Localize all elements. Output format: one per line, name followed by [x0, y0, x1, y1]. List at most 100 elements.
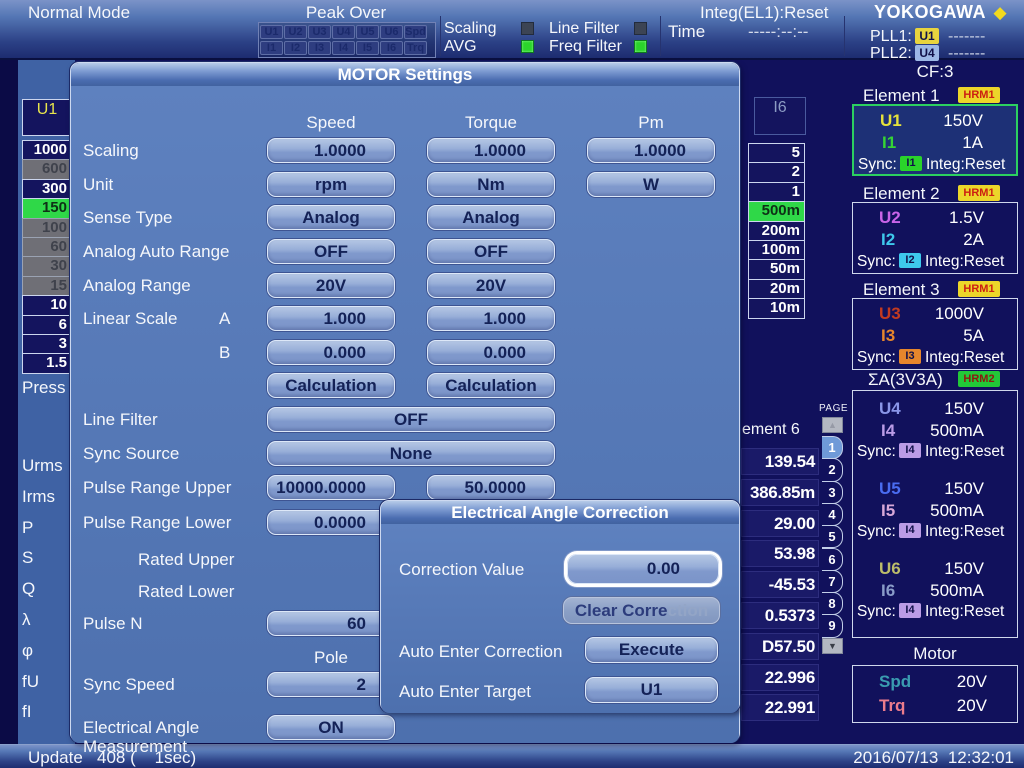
analog-auto-range-button[interactable]: OFF — [267, 239, 395, 264]
voltage-range-item-100[interactable]: 100 — [22, 218, 72, 238]
i-range-value: 5A — [963, 326, 984, 346]
sync-source-badge: I1 — [900, 156, 922, 171]
electrical-angle-measurement-button[interactable]: ON — [267, 715, 395, 740]
row-label-q: Q — [22, 579, 35, 598]
current-range-channel: I6 — [754, 97, 806, 135]
unit-button[interactable]: Nm — [427, 172, 555, 197]
integ-time-label: Time — [668, 22, 705, 41]
current-range-item-20m[interactable]: 20m — [748, 279, 805, 299]
measurement-value: 53.98 — [741, 540, 819, 567]
voltage-range-item-30[interactable]: 30 — [22, 256, 72, 276]
voltage-range-item-3[interactable]: 3 — [22, 334, 72, 354]
sync-source-button[interactable]: None — [267, 441, 555, 466]
voltage-range-item-10[interactable]: 10 — [22, 295, 72, 315]
analog-auto-range-button[interactable]: OFF — [427, 239, 555, 264]
u-range-value: 150V — [943, 111, 983, 131]
correction-value-field[interactable]: 0.00 — [567, 554, 719, 584]
row-button[interactable]: Calculation — [267, 373, 395, 398]
scaling-button[interactable]: 1.0000 — [587, 138, 715, 163]
current-range-item-500m[interactable]: 500m — [748, 201, 805, 221]
unit-button[interactable]: rpm — [267, 172, 395, 197]
row-button[interactable]: 0.000 — [427, 340, 555, 365]
hrm-badge: HRM1 — [958, 185, 1000, 201]
voltage-range-item-15[interactable]: 15 — [22, 276, 72, 296]
sync-label: Sync: — [857, 253, 896, 271]
voltage-range-item-1000[interactable]: 1000 — [22, 140, 72, 160]
voltage-range-item-150[interactable]: 150 — [22, 198, 72, 218]
analog-range-button[interactable]: 20V — [427, 273, 555, 298]
peak-over-cell-trq: Trq — [404, 41, 427, 55]
page-tab-3[interactable]: 3 — [822, 481, 843, 504]
row-label-fi: fI — [22, 702, 31, 721]
page-label: PAGE — [819, 403, 848, 414]
page-tab-4[interactable]: 4 — [822, 503, 843, 526]
page-tab-5[interactable]: 5 — [822, 525, 843, 548]
current-range-item-10m[interactable]: 10m — [748, 298, 805, 318]
analog-range-button[interactable]: 20V — [267, 273, 395, 298]
row-button[interactable]: 0.000 — [267, 340, 395, 365]
voltage-range-item-600[interactable]: 600 — [22, 159, 72, 179]
auto-enter-target-button[interactable]: U1 — [585, 677, 718, 703]
i-range-value: 500mA — [930, 581, 984, 601]
clear-correction-button[interactable]: Clear Correction — [563, 597, 720, 624]
sense-type-button[interactable]: Analog — [267, 205, 395, 230]
voltage-range-item-6[interactable]: 6 — [22, 315, 72, 335]
page-down-button[interactable]: ▼ — [822, 638, 843, 654]
page-tab-6[interactable]: 6 — [822, 548, 843, 571]
yokogawa-logo: YOKOGAWA ◆ — [874, 2, 1007, 23]
unit-button[interactable]: W — [587, 172, 715, 197]
motor-channel-label-spd: Spd — [879, 672, 911, 692]
pll2-value: ------- — [948, 44, 985, 63]
current-range-item-1[interactable]: 1 — [748, 182, 805, 202]
u-channel-label: U5 — [879, 479, 901, 499]
update-label: Update — [28, 748, 83, 767]
page-tab-2[interactable]: 2 — [822, 458, 843, 481]
sense-type-button[interactable]: Analog — [427, 205, 555, 230]
current-range-item-50m[interactable]: 50m — [748, 259, 805, 279]
page-tab-9[interactable]: 9 — [822, 614, 843, 637]
peak-over-cell-u6: U6 — [380, 25, 403, 39]
measurement-value: 22.991 — [741, 694, 819, 721]
sync-source-badge: I4 — [899, 443, 921, 458]
pulse-range-upper-button[interactable]: 50.0000 — [427, 475, 555, 500]
measurement-value: -45.53 — [741, 571, 819, 598]
measurement-value: 139.54 — [741, 448, 819, 475]
pulse-range-lower-button[interactable]: 0.0000 — [267, 510, 395, 535]
pulse-n-button[interactable]: 60 — [267, 611, 395, 636]
page-tab-7[interactable]: 7 — [822, 570, 843, 593]
sync-speed-button[interactable]: 2 — [267, 672, 395, 697]
scaling-label: Scaling — [444, 20, 496, 38]
motor-channel-label-trq: Trq — [879, 696, 905, 716]
peak-over-cell-u1: U1 — [260, 25, 283, 39]
current-range-item-5[interactable]: 5 — [748, 143, 805, 163]
sigma-group-title: ΣA(3V3A) — [868, 370, 943, 389]
brand-diamond-icon: ◆ — [993, 3, 1006, 22]
current-range-item-2[interactable]: 2 — [748, 162, 805, 182]
u-range-value: 1.5V — [949, 208, 984, 228]
element-box: U21.5VI22ASync:I2Integ:Reset — [852, 202, 1018, 274]
peak-over-title: Peak Over — [258, 3, 434, 22]
voltage-range-item-60[interactable]: 60 — [22, 237, 72, 257]
auto-enter-correction-execute-button[interactable]: Execute — [585, 637, 718, 663]
current-range-item-100m[interactable]: 100m — [748, 240, 805, 260]
current-range-item-200m[interactable]: 200m — [748, 221, 805, 241]
page-tab-1[interactable]: 1 — [822, 436, 843, 459]
row-button[interactable]: Calculation — [427, 373, 555, 398]
linear-scale-button[interactable]: 1.000 — [267, 306, 395, 331]
linear-scale-button[interactable]: 1.000 — [427, 306, 555, 331]
row-label-irms: Irms — [22, 487, 55, 506]
voltage-range-item-300[interactable]: 300 — [22, 179, 72, 199]
measurement-value: 386.85m — [741, 479, 819, 506]
column-header-speed: Speed — [267, 113, 395, 132]
measurement-value: 29.00 — [741, 510, 819, 537]
integ-state: Integ:Reset — [925, 443, 1004, 461]
scaling-button[interactable]: 1.0000 — [427, 138, 555, 163]
page-up-button[interactable]: ▲ — [822, 417, 843, 433]
scaling-button[interactable]: 1.0000 — [267, 138, 395, 163]
line-filter-button[interactable]: OFF — [267, 407, 555, 432]
row-label-rated-upper: Rated Upper — [138, 550, 234, 569]
page-tab-8[interactable]: 8 — [822, 592, 843, 615]
row-sublabel-b: B — [219, 343, 230, 362]
pulse-range-upper-button[interactable]: 10000.0000 — [267, 475, 395, 500]
voltage-range-item-1.5[interactable]: 1.5 — [22, 353, 72, 373]
